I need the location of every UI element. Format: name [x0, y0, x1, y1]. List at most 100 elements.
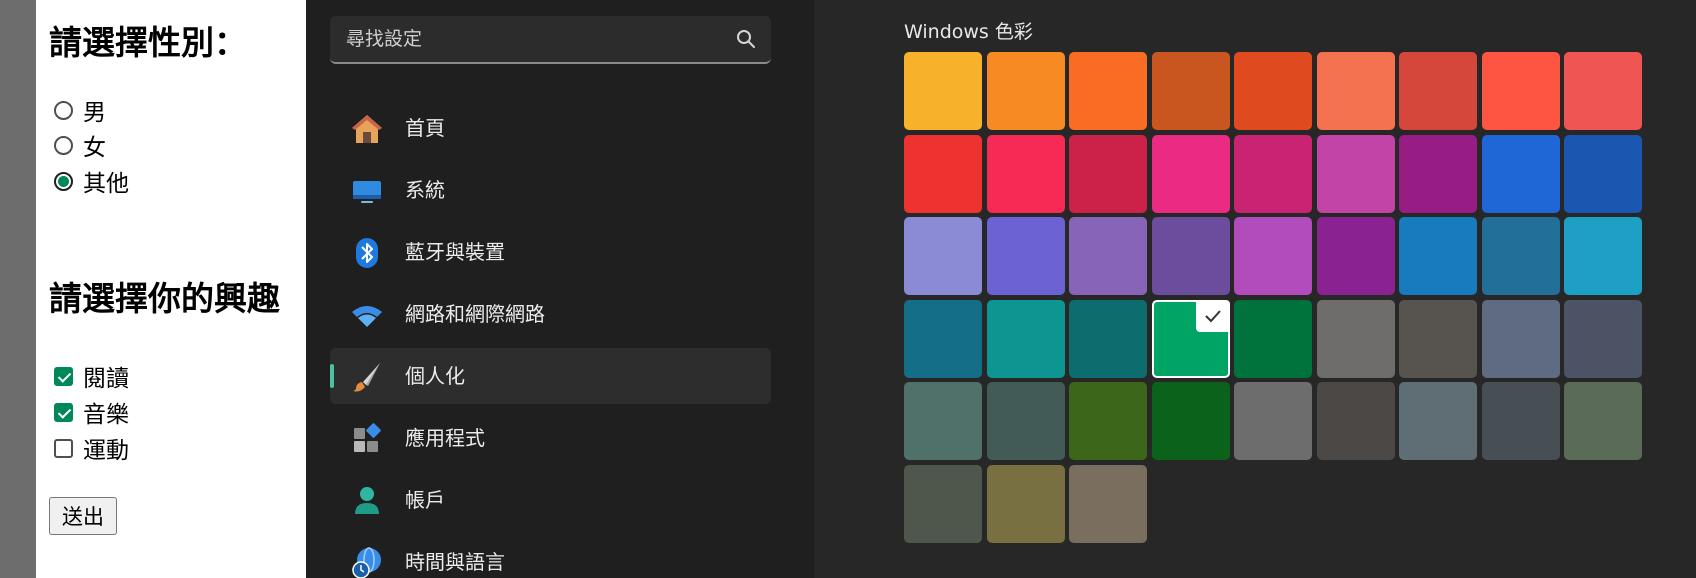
window-gutter [0, 0, 36, 578]
checkbox-reading[interactable] [54, 366, 73, 386]
sidebar-item-personalization[interactable]: 個人化 [330, 348, 771, 404]
sidebar-item-label: 網路和網際網路 [405, 302, 545, 326]
color-swatch[interactable] [1564, 382, 1642, 460]
form-page: 請選擇性別： 男 女 其他 請選擇你的興趣 閱讀 音樂 運動 送出 [36, 0, 306, 578]
color-swatch[interactable] [1316, 134, 1395, 213]
checkbox-music[interactable] [54, 402, 73, 422]
color-swatch[interactable] [986, 464, 1065, 543]
hobby-option-label: 運動 [83, 438, 129, 464]
color-swatch[interactable] [1564, 299, 1642, 378]
hobby-option-reading[interactable]: 閱讀 [54, 361, 129, 392]
windows-colors-title: Windows 色彩 [904, 21, 1033, 43]
color-swatch[interactable] [1234, 217, 1312, 295]
color-swatch[interactable] [1069, 464, 1147, 543]
color-swatch[interactable] [1234, 52, 1312, 130]
color-swatch[interactable] [1564, 217, 1642, 295]
color-swatch[interactable] [904, 464, 982, 543]
color-swatch[interactable] [1564, 134, 1642, 213]
radio-male[interactable] [54, 100, 73, 120]
sidebar-item-label: 系統 [405, 178, 445, 202]
color-swatch[interactable] [1316, 52, 1395, 130]
color-swatch[interactable] [1399, 134, 1477, 213]
sidebar-item-label: 應用程式 [405, 426, 485, 450]
sidebar-item-accounts[interactable]: 帳戶 [330, 472, 771, 528]
color-swatch[interactable] [904, 52, 982, 130]
display-icon [353, 181, 381, 203]
color-swatch[interactable] [904, 299, 982, 378]
color-swatch[interactable] [1316, 299, 1395, 378]
hobby-option-label: 閱讀 [83, 366, 129, 392]
search-input[interactable] [346, 16, 726, 62]
hobby-option-label: 音樂 [83, 402, 129, 428]
color-swatch[interactable] [1069, 134, 1147, 213]
wifi-icon [352, 306, 382, 327]
color-swatch[interactable] [904, 217, 982, 295]
color-swatch[interactable] [904, 134, 982, 213]
color-swatch[interactable] [986, 299, 1065, 378]
sidebar-item-network[interactable]: 網路和網際網路 [330, 286, 771, 342]
gender-option-female[interactable]: 女 [54, 130, 106, 161]
sidebar-item-label: 藍牙與裝置 [405, 240, 505, 264]
color-swatch[interactable] [1481, 217, 1560, 295]
color-swatch-selected[interactable] [1151, 299, 1230, 378]
brush-icon [353, 363, 380, 392]
checkbox-sports[interactable] [54, 438, 73, 458]
sidebar-item-apps[interactable]: 應用程式 [330, 410, 771, 466]
sidebar-item-label: 首頁 [405, 116, 445, 140]
color-swatch[interactable] [1481, 134, 1560, 213]
color-swatch[interactable] [1481, 382, 1560, 460]
hobby-option-sports[interactable]: 運動 [54, 433, 129, 464]
gender-option-label: 其他 [83, 171, 129, 197]
home-icon [352, 115, 382, 143]
color-swatch[interactable] [1234, 134, 1312, 213]
color-swatch[interactable] [986, 52, 1065, 130]
color-swatch[interactable] [1151, 382, 1230, 460]
gender-option-other[interactable]: 其他 [54, 166, 129, 197]
color-swatch[interactable] [1069, 52, 1147, 130]
gender-option-label: 男 [83, 100, 106, 126]
submit-button[interactable]: 送出 [49, 497, 117, 535]
sidebar-item-label: 個人化 [405, 364, 465, 388]
color-swatch[interactable] [1151, 134, 1230, 213]
color-swatch[interactable] [1481, 52, 1560, 130]
checkmark-icon [1195, 299, 1230, 332]
color-swatch[interactable] [986, 382, 1065, 460]
color-swatch[interactable] [1234, 299, 1312, 378]
hobby-option-music[interactable]: 音樂 [54, 397, 129, 428]
bluetooth-icon [356, 238, 378, 268]
color-swatch[interactable] [1069, 217, 1147, 295]
color-swatch[interactable] [1151, 52, 1230, 130]
color-swatch[interactable] [1399, 382, 1477, 460]
color-swatch[interactable] [1316, 382, 1395, 460]
sidebar-item-time-language[interactable]: 時間與語言 [330, 534, 771, 578]
color-swatch[interactable] [986, 217, 1065, 295]
color-swatch[interactable] [1069, 299, 1147, 378]
color-swatch[interactable] [1151, 217, 1230, 295]
color-swatch[interactable] [1234, 382, 1312, 460]
apps-icon [354, 423, 381, 452]
color-swatch-grid [904, 52, 1642, 543]
windows-colors-panel: Windows 色彩 [814, 0, 1696, 578]
color-swatch[interactable] [1564, 52, 1642, 130]
sidebar-item-home[interactable]: 首頁 [330, 100, 771, 156]
color-swatch[interactable] [904, 382, 982, 460]
hobby-heading: 請選擇你的興趣 [49, 279, 280, 318]
gender-option-male[interactable]: 男 [54, 95, 106, 126]
color-swatch[interactable] [1399, 299, 1477, 378]
sidebar-item-bluetooth[interactable]: 藍牙與裝置 [330, 224, 771, 280]
color-swatch[interactable] [1316, 217, 1395, 295]
sidebar-item-label: 帳戶 [405, 488, 445, 512]
sidebar-item-system[interactable]: 系統 [330, 162, 771, 218]
color-swatch[interactable] [986, 134, 1065, 213]
radio-female[interactable] [54, 135, 73, 155]
globe-clock-icon [352, 547, 381, 578]
color-swatch[interactable] [1399, 52, 1477, 130]
color-swatch[interactable] [1481, 299, 1560, 378]
search-icon[interactable] [735, 28, 757, 50]
gender-option-label: 女 [83, 135, 106, 161]
sidebar-item-label: 時間與語言 [405, 550, 505, 574]
color-swatch[interactable] [1399, 217, 1477, 295]
color-swatch[interactable] [1069, 382, 1147, 460]
search-box[interactable] [330, 16, 771, 64]
radio-other[interactable] [54, 171, 73, 191]
